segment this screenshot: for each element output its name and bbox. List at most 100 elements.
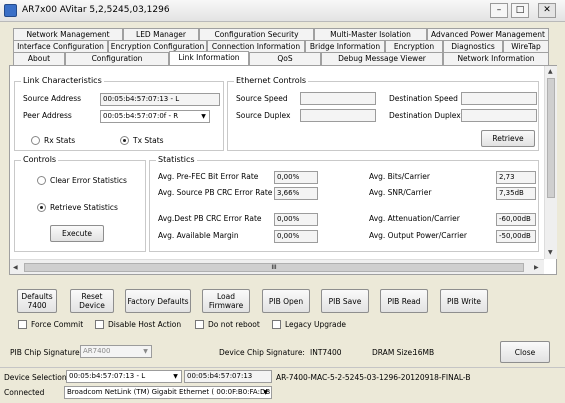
source-pb-crc-value: 3,66% [274, 187, 318, 200]
peer-address-label: Peer Address [23, 111, 72, 120]
status-bar: Connected Broadcom NetLink (TM) Gigabit … [0, 384, 565, 403]
vertical-scroll-thumb[interactable] [547, 78, 555, 198]
link-characteristics-title: Link Characteristics [21, 76, 104, 85]
link-characteristics-group: Link Characteristics Source Address 00:0… [14, 76, 224, 151]
retrieve-statistics-label: Retrieve Statistics [50, 203, 118, 212]
source-address-field: 00:05:b4:57:07:13 - L [100, 93, 220, 106]
vertical-scrollbar[interactable]: ▲ ▼ [544, 66, 557, 259]
attenuation-carrier-value: -60,00dB [496, 213, 536, 226]
app-icon [4, 4, 17, 17]
source-duplex-label: Source Duplex [236, 111, 291, 120]
dest-pb-crc-label: Avg.Dest PB CRC Error Rate [158, 214, 262, 223]
pib-chip-signature-label: PIB Chip Signature: [10, 348, 83, 357]
minimize-button[interactable]: – [490, 3, 508, 18]
tab-debug-message-viewer[interactable]: Debug Message Viewer [321, 52, 443, 65]
link-information-panel: Link Characteristics Source Address 00:0… [9, 65, 557, 275]
legacy-upgrade-label: Legacy Upgrade [285, 320, 347, 329]
source-pb-crc-label: Avg. Source PB CRC Error Rate [158, 188, 273, 197]
retrieve-statistics-radio[interactable] [37, 203, 46, 212]
pib-open-button[interactable]: PIB Open [262, 289, 310, 313]
pib-write-button[interactable]: PIB Write [440, 289, 488, 313]
pib-read-button[interactable]: PIB Read [380, 289, 428, 313]
attenuation-carrier-label: Avg. Attenuation/Carrier [369, 214, 460, 223]
source-address-label: Source Address [23, 94, 82, 103]
window-title: AR7x00 AVitar 5,2,5245,03,1296 [22, 5, 170, 15]
maximize-button[interactable]: □ [511, 3, 529, 18]
horizontal-scrollbar[interactable]: ◀ III ▶ [10, 259, 544, 274]
tab-qos[interactable]: QoS [249, 52, 321, 65]
force-commit-checkbox[interactable] [18, 320, 27, 329]
adapter-select[interactable]: Broadcom NetLink (TM) Gigabit Ethernet (… [64, 386, 272, 399]
legacy-upgrade-checkbox[interactable] [272, 320, 281, 329]
do-not-reboot-checkbox[interactable] [195, 320, 204, 329]
tx-stats-radio[interactable] [120, 136, 129, 145]
snr-carrier-value: 7,35dB [496, 187, 536, 200]
bits-carrier-value: 2,73 [496, 171, 536, 184]
chevron-down-icon: ▼ [173, 373, 178, 380]
disable-host-action-label: Disable Host Action [108, 320, 182, 329]
chevron-down-icon: ▼ [143, 348, 148, 355]
separator [0, 367, 565, 368]
firmware-version-text: AR-7400-MAC-5-2-5245-03-1296-20120918-FI… [276, 373, 471, 382]
tab-about[interactable]: About [13, 52, 65, 65]
horizontal-scroll-thumb[interactable]: III [24, 263, 524, 272]
disable-host-action-checkbox[interactable] [95, 320, 104, 329]
chevron-down-icon: ▼ [263, 389, 268, 396]
clear-error-statistics-label: Clear Error Statistics [50, 176, 127, 185]
device-chip-signature-value: INT7400 [310, 348, 342, 357]
dram-size-label: DRAM Size: [372, 348, 415, 357]
scroll-right-icon[interactable]: ▶ [534, 264, 539, 271]
tab-link-information[interactable]: Link Information [169, 51, 249, 65]
peer-address-value: 00:05:b4:57:07:0f - R [103, 112, 179, 120]
available-margin-label: Avg. Available Margin [158, 231, 239, 240]
statistics-title: Statistics [156, 155, 197, 164]
do-not-reboot-label: Do not reboot [208, 320, 260, 329]
device-mac-field: 00:05:b4:57:07:13 [184, 370, 272, 383]
factory-defaults-button[interactable]: Factory Defaults [125, 289, 191, 313]
close-window-button[interactable]: ✕ [538, 3, 556, 18]
dram-size-value: 16MB [413, 348, 435, 357]
controls-group: Controls Clear Error Statistics Retrieve… [14, 155, 146, 252]
execute-button[interactable]: Execute [50, 225, 104, 242]
output-power-carrier-label: Avg. Output Power/Carrier [369, 231, 467, 240]
tx-stats-label: Tx Stats [133, 136, 164, 145]
tab-configuration[interactable]: Configuration [65, 52, 169, 65]
pib-chip-signature-select[interactable]: AR7400 ▼ [80, 345, 152, 358]
snr-carrier-label: Avg. SNR/Carrier [369, 188, 432, 197]
destination-duplex-label: Destination Duplex [389, 111, 461, 120]
destination-speed-label: Destination Speed [389, 94, 458, 103]
device-selection-label: Device Selection: [4, 373, 70, 382]
scroll-up-icon[interactable]: ▲ [548, 68, 553, 75]
title-bar: AR7x00 AVitar 5,2,5245,03,1296 – □ ✕ [0, 0, 565, 22]
rx-stats-label: Rx Stats [44, 136, 76, 145]
force-commit-label: Force Commit [31, 320, 84, 329]
panel-content: Link Characteristics Source Address 00:0… [10, 66, 544, 259]
rx-stats-radio[interactable] [31, 136, 40, 145]
scroll-left-icon[interactable]: ◀ [13, 264, 18, 271]
load-firmware-button[interactable]: Load Firmware [202, 289, 250, 313]
destination-duplex-field [461, 109, 537, 122]
peer-address-select[interactable]: 00:05:b4:57:07:0f - R ▼ [100, 110, 210, 123]
ethernet-controls-title: Ethernet Controls [234, 76, 309, 85]
source-duplex-field [300, 109, 376, 122]
pre-fec-value: 0,00% [274, 171, 318, 184]
adapter-value: Broadcom NetLink (TM) Gigabit Ethernet (… [67, 388, 271, 396]
dest-pb-crc-value: 0,00% [274, 213, 318, 226]
ethernet-controls-group: Ethernet Controls Source Speed Source Du… [227, 76, 539, 151]
pib-save-button[interactable]: PIB Save [321, 289, 369, 313]
retrieve-button[interactable]: Retrieve [481, 130, 535, 147]
scroll-down-icon[interactable]: ▼ [548, 249, 553, 256]
device-selection-select[interactable]: 00:05:b4:57:07:13 - L ▼ [66, 370, 182, 383]
clear-error-statistics-radio[interactable] [37, 176, 46, 185]
pib-chip-signature-value: AR7400 [83, 347, 111, 355]
bits-carrier-label: Avg. Bits/Carrier [369, 172, 430, 181]
pre-fec-label: Avg. Pre-FEC Bit Error Rate [158, 172, 259, 181]
reset-device-button[interactable]: Reset Device [70, 289, 114, 313]
source-speed-label: Source Speed [236, 94, 288, 103]
device-selection-value: 00:05:b4:57:07:13 - L [69, 372, 146, 380]
connection-status: Connected [4, 388, 45, 397]
tab-network-information[interactable]: Network Information [443, 52, 549, 65]
close-button[interactable]: Close [500, 341, 550, 363]
defaults-7400-button[interactable]: Defaults 7400 [17, 289, 57, 313]
controls-title: Controls [21, 155, 59, 164]
